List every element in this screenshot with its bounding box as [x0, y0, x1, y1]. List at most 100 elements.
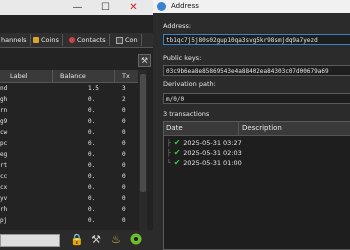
- table-row[interactable]: rt 0. 0: [0, 161, 138, 171]
- address-dialog-titlebar: Address: [153, 0, 350, 13]
- contacts-icon: [69, 37, 75, 43]
- row-tx: 0: [122, 129, 126, 136]
- row-balance: 0.: [88, 151, 96, 158]
- tab-coins[interactable]: Coins: [30, 34, 63, 46]
- row-tx: 0: [122, 217, 126, 224]
- transaction-row[interactable]: ├ ✔ 2025-05-31 02:03: [167, 148, 242, 157]
- app-icon: [157, 2, 166, 11]
- table-row[interactable]: gh 0. 2: [0, 95, 138, 105]
- public-keys-label: Public keys:: [163, 54, 202, 62]
- row-label: eg: [0, 151, 8, 158]
- address-toolbar: ⚒: [0, 53, 153, 67]
- row-label: pj: [0, 217, 8, 224]
- row-label: g9: [0, 118, 8, 125]
- transactions-list: Date Description ├ ✔ 2025-05-31 03:27 ├ ✔…: [163, 121, 350, 250]
- address-label: Address:: [163, 22, 192, 30]
- row-balance: 1.5: [88, 85, 99, 92]
- scrollbar-thumb[interactable]: [140, 74, 146, 192]
- lock-icon[interactable]: 🔒: [70, 233, 84, 246]
- status-input[interactable]: [0, 234, 60, 247]
- row-label: rt: [0, 162, 8, 169]
- table-row[interactable]: pj 0. 0: [0, 216, 138, 226]
- row-label: cc: [0, 173, 8, 180]
- row-balance: 0.: [88, 107, 96, 114]
- table-scrollbar[interactable]: [139, 70, 147, 230]
- seed-icon[interactable]: ♨: [110, 233, 122, 246]
- column-description[interactable]: Description: [240, 122, 350, 135]
- preferences-icon[interactable]: ⚒: [90, 233, 102, 246]
- table-row[interactable]: yv 0. 0: [0, 194, 138, 204]
- row-tx: 3: [122, 85, 126, 92]
- tools-icon[interactable]: ⚒: [138, 54, 151, 67]
- row-label: nd: [0, 85, 8, 92]
- table-row[interactable]: cx 0. 0: [0, 183, 138, 193]
- row-balance: 0.: [88, 118, 96, 125]
- transaction-row[interactable]: ├ ✔ 2025-05-31 03:27: [167, 138, 242, 147]
- row-balance: 0.: [88, 129, 96, 136]
- row-label: cw: [0, 129, 8, 136]
- transactions-header: Date Description: [164, 122, 350, 136]
- row-balance: 0.: [88, 173, 96, 180]
- row-balance: 0.: [88, 162, 96, 169]
- table-row[interactable]: g9 0. 0: [0, 117, 138, 127]
- table-row[interactable]: pc 0. 0: [0, 139, 138, 149]
- row-label: cx: [0, 184, 8, 191]
- confirmed-check-icon: ✔: [170, 138, 184, 147]
- confirmed-check-icon: ✔: [170, 158, 184, 167]
- tab-bar: hannels Coins Contacts Con: [0, 33, 153, 48]
- column-balance[interactable]: Balance: [58, 70, 115, 82]
- maximize-icon[interactable]: ☐: [100, 2, 111, 13]
- row-balance: 0.: [88, 195, 96, 202]
- tab-contacts[interactable]: Contacts: [66, 34, 110, 46]
- row-tx: 0: [122, 162, 126, 169]
- tab-console[interactable]: Con: [113, 34, 142, 46]
- row-balance: 0.: [88, 184, 96, 191]
- row-label: yv: [0, 195, 8, 202]
- address-field[interactable]: tb1qc7j5j80s02gup10qa3svg5kr98smjdq9a7ye…: [163, 34, 350, 45]
- main-window: — ☐ ✕ hannels Coins Contacts Con ⚒ Label…: [0, 0, 153, 250]
- table-row[interactable]: eg 0. 0: [0, 150, 138, 160]
- row-tx: 0: [122, 107, 126, 114]
- public-keys-field[interactable]: 03c9b6ea8e85869543e4a88402ea84303c07d006…: [163, 65, 350, 76]
- coins-icon: [33, 37, 39, 43]
- row-tx: 0: [122, 206, 126, 213]
- derivation-path-label: Derivation path:: [163, 80, 216, 88]
- row-balance: 0.: [88, 140, 96, 147]
- row-label: pc: [0, 140, 8, 147]
- dialog-title: Address: [171, 2, 199, 10]
- column-tx[interactable]: Tx: [120, 70, 136, 82]
- network-status-icon[interactable]: [130, 233, 142, 246]
- minimize-icon[interactable]: —: [72, 2, 83, 13]
- close-icon[interactable]: ✕: [128, 2, 139, 13]
- row-tx: 0: [122, 140, 126, 147]
- table-row[interactable]: rn 0. 0: [0, 106, 138, 116]
- row-tx: 2: [122, 96, 126, 103]
- tab-channels[interactable]: hannels: [0, 34, 31, 46]
- row-tx: 0: [122, 118, 126, 125]
- table-row[interactable]: cw 0. 0: [0, 128, 138, 138]
- address-dialog: Address Address: tb1qc7j5j80s02gup10qa3s…: [153, 0, 350, 250]
- console-icon: [116, 36, 123, 44]
- row-tx: 0: [122, 151, 126, 158]
- transaction-date: 2025-05-31 02:03: [183, 149, 242, 157]
- row-label: rh: [0, 206, 8, 213]
- row-tx: 0: [122, 184, 126, 191]
- table-row[interactable]: cc 0. 0: [0, 172, 138, 182]
- column-label[interactable]: Label: [8, 70, 53, 82]
- table-row[interactable]: nd 1.5 3: [0, 84, 138, 94]
- table-row[interactable]: rh 0. 0: [0, 205, 138, 215]
- transaction-row[interactable]: └ ✔ 2025-05-31 01:00: [167, 158, 242, 167]
- transactions-count: 3 transactions: [163, 110, 210, 118]
- row-tx: 0: [122, 195, 126, 202]
- row-label: gh: [0, 96, 8, 103]
- row-balance: 0.: [88, 206, 96, 213]
- row-balance: 0.: [88, 217, 96, 224]
- row-label: rn: [0, 107, 8, 114]
- row-balance: 0.: [88, 96, 96, 103]
- transaction-date: 2025-05-31 03:27: [183, 139, 242, 147]
- address-table: Label Balance Tx nd 1.5 3 gh 0. 2 rn 0. 0 g9 0. 0 cw…: [0, 70, 138, 230]
- transaction-date: 2025-05-31 01:00: [183, 159, 242, 167]
- column-date[interactable]: Date: [164, 122, 239, 135]
- main-window-titlebar: — ☐ ✕: [0, 0, 153, 15]
- derivation-path-field[interactable]: m/0/0: [163, 93, 350, 104]
